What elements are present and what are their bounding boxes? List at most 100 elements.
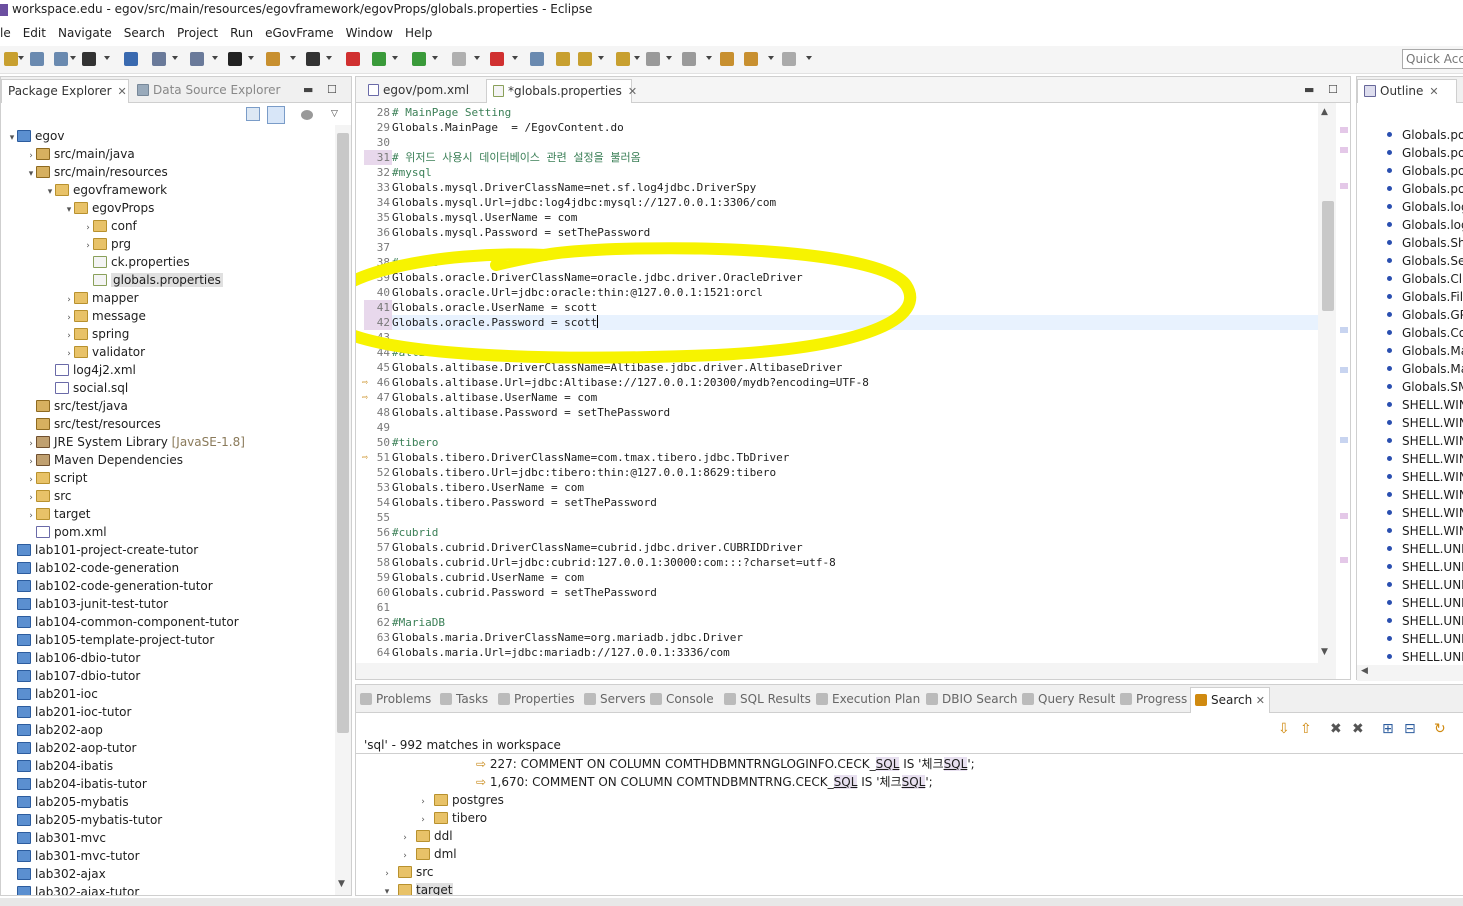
close-icon[interactable]: ✕ bbox=[1252, 694, 1265, 707]
code-line[interactable]: 31 # 위저드 사용시 데이터베이스 관련 설정을 불러옴 bbox=[364, 150, 1324, 165]
maximize-icon[interactable]: ☐ bbox=[327, 83, 337, 96]
chevron-down-icon[interactable] bbox=[212, 56, 218, 60]
tab-package-explorer[interactable]: Package Explorer ✕ bbox=[1, 79, 129, 103]
outline-item[interactable]: SHELL.UNI bbox=[1387, 648, 1463, 665]
code-line[interactable]: 59 Globals.cubrid.UserName = com bbox=[364, 570, 1324, 585]
run-icon[interactable] bbox=[372, 52, 386, 66]
menu-item-project[interactable]: Project bbox=[171, 22, 224, 44]
forward-icon[interactable] bbox=[782, 52, 796, 66]
code-line[interactable]: 60 Globals.cubrid.Password = setThePasswo… bbox=[364, 585, 1324, 600]
tree-item[interactable]: social.sql bbox=[45, 379, 128, 397]
ruler-mark[interactable] bbox=[1340, 327, 1348, 333]
outline-item[interactable]: SHELL.UNI bbox=[1387, 630, 1463, 648]
chevron-down-icon[interactable] bbox=[70, 56, 76, 60]
code-line[interactable]: 63 Globals.maria.DriverClassName=org.mari… bbox=[364, 630, 1324, 645]
code-line[interactable]: 30 bbox=[364, 135, 1324, 150]
code-line[interactable]: 54 Globals.tibero.Password = setThePasswo… bbox=[364, 495, 1324, 510]
tab-outline[interactable]: Outline ✕ bbox=[1357, 79, 1457, 103]
scrollbar-thumb[interactable] bbox=[1322, 201, 1334, 311]
expand-toggle-icon[interactable]: ▾ bbox=[45, 183, 55, 201]
menu-item-run[interactable]: Run bbox=[224, 22, 259, 44]
search-tree-item[interactable]: › dml bbox=[400, 845, 456, 863]
outline-item[interactable]: Globals.Ma bbox=[1387, 360, 1463, 378]
minimize-icon[interactable]: ▬ bbox=[1304, 83, 1314, 96]
code-line[interactable]: 52 Globals.tibero.Url=jdbc:tibero:thin:@1… bbox=[364, 465, 1324, 480]
ruler-mark[interactable] bbox=[1340, 147, 1348, 153]
ruler-mark[interactable] bbox=[1340, 183, 1348, 189]
expand-toggle-icon[interactable]: ▾ bbox=[382, 883, 392, 895]
chevron-down-icon[interactable] bbox=[666, 56, 672, 60]
chevron-down-icon[interactable] bbox=[290, 56, 296, 60]
tree-item[interactable]: › src/main/java bbox=[26, 145, 135, 163]
tree-item[interactable]: › Maven Dependencies bbox=[26, 451, 183, 469]
menu-item-search[interactable]: Search bbox=[118, 22, 171, 44]
tree-item[interactable]: › conf bbox=[83, 217, 137, 235]
tree-item[interactable]: lab205-mybatis bbox=[7, 793, 129, 811]
tree-item[interactable]: lab302-ajax bbox=[7, 865, 106, 883]
close-icon[interactable]: ✕ bbox=[628, 85, 637, 98]
code-line[interactable]: 35 Globals.mysql.UserName = com bbox=[364, 210, 1324, 225]
chevron-down-icon[interactable] bbox=[806, 56, 812, 60]
run-as-icon[interactable] bbox=[412, 52, 426, 66]
tree-item[interactable]: ▾ egov bbox=[7, 127, 65, 145]
prev-annotation-icon[interactable] bbox=[682, 52, 696, 66]
command-icon[interactable] bbox=[306, 52, 320, 66]
open-folder-icon[interactable] bbox=[616, 52, 630, 66]
outline-item[interactable]: SHELL.WIN bbox=[1387, 486, 1463, 504]
outline-item[interactable]: SHELL.UNI bbox=[1387, 576, 1463, 594]
ruler-mark[interactable] bbox=[1340, 437, 1348, 443]
code-line[interactable]: 53 Globals.tibero.UserName = com bbox=[364, 480, 1324, 495]
code-line[interactable]: 50 #tibero bbox=[364, 435, 1324, 450]
menu-item-window[interactable]: Window bbox=[340, 22, 399, 44]
code-line[interactable]: ⇨ 46 Globals.altibase.Url=jdbc:Altibase://… bbox=[362, 375, 1324, 390]
search-icon[interactable] bbox=[578, 52, 592, 66]
open-type-icon[interactable] bbox=[152, 52, 166, 66]
menu-item-le[interactable]: le bbox=[0, 22, 17, 44]
minimize-icon[interactable]: ▬ bbox=[303, 83, 313, 96]
tree-item[interactable]: › src bbox=[26, 487, 71, 505]
tree-item[interactable]: lab204-ibatis-tutor bbox=[7, 775, 147, 793]
outline-item[interactable]: Globals.Clie bbox=[1387, 270, 1463, 288]
chevron-down-icon[interactable] bbox=[432, 56, 438, 60]
remove-match-icon[interactable]: ✖ bbox=[1330, 721, 1342, 737]
code-line[interactable]: 58 Globals.cubrid.Url=jdbc:cubrid:127.0.0… bbox=[364, 555, 1324, 570]
tab-data-source-explorer[interactable]: Data Source Explorer bbox=[131, 79, 281, 103]
outline-item[interactable]: Globals.Ser bbox=[1387, 252, 1463, 270]
search-tree-item[interactable]: › ddl bbox=[400, 827, 452, 845]
outline-item[interactable]: Globals.log bbox=[1387, 216, 1463, 234]
tree-item[interactable]: lab301-mvc bbox=[7, 829, 106, 847]
chevron-down-icon[interactable] bbox=[598, 56, 604, 60]
outline-item[interactable]: Globals.Ma bbox=[1387, 342, 1463, 360]
tab-servers[interactable]: Servers bbox=[584, 689, 646, 709]
explorer-scrollbar[interactable]: ▼ bbox=[335, 125, 351, 895]
code-line[interactable]: 32 #mysql bbox=[364, 165, 1324, 180]
link-with-editor-icon[interactable] bbox=[267, 106, 285, 124]
chevron-down-icon[interactable] bbox=[706, 56, 712, 60]
tree-item[interactable]: › target bbox=[26, 505, 90, 523]
tree-item[interactable]: lab204-ibatis bbox=[7, 757, 113, 775]
tree-item[interactable]: lab205-mybatis-tutor bbox=[7, 811, 162, 829]
quick-access-input[interactable]: Quick Acce bbox=[1402, 49, 1463, 69]
tree-item[interactable]: src/test/resources bbox=[26, 415, 161, 433]
arrow-up-icon[interactable]: ⇧ bbox=[1300, 721, 1312, 737]
scrollbar-thumb[interactable] bbox=[337, 133, 349, 733]
outline-item[interactable]: Globals.File bbox=[1387, 288, 1463, 306]
outline-item[interactable]: SHELL.UNI bbox=[1387, 540, 1463, 558]
refresh-icon[interactable]: ↻ bbox=[1434, 721, 1446, 737]
search-tree-item[interactable]: › src bbox=[382, 863, 433, 881]
tree-item[interactable]: ck.properties bbox=[83, 253, 190, 271]
outline-item[interactable]: SHELL.WIN bbox=[1387, 504, 1463, 522]
overview-ruler[interactable] bbox=[1340, 117, 1350, 657]
tree-item[interactable]: lab202-aop-tutor bbox=[7, 739, 136, 757]
code-line[interactable]: 33 Globals.mysql.DriverClassName=net.sf.l… bbox=[364, 180, 1324, 195]
outline-item[interactable]: SHELL.UNI bbox=[1387, 594, 1463, 612]
code-line[interactable]: 61 bbox=[364, 600, 1324, 615]
code-line[interactable]: ⇨ 47 Globals.altibase.UserName = com bbox=[362, 390, 1324, 405]
tree-item[interactable]: lab101-project-create-tutor bbox=[7, 541, 198, 559]
outline-item[interactable]: SHELL.WIN bbox=[1387, 396, 1463, 414]
new-icon[interactable] bbox=[4, 52, 18, 66]
tree-item[interactable]: › mapper bbox=[64, 289, 138, 307]
tab-execution-plan[interactable]: Execution Plan bbox=[816, 689, 920, 709]
outline-item[interactable]: SHELL.UNI bbox=[1387, 612, 1463, 630]
tree-item[interactable]: › script bbox=[26, 469, 87, 487]
